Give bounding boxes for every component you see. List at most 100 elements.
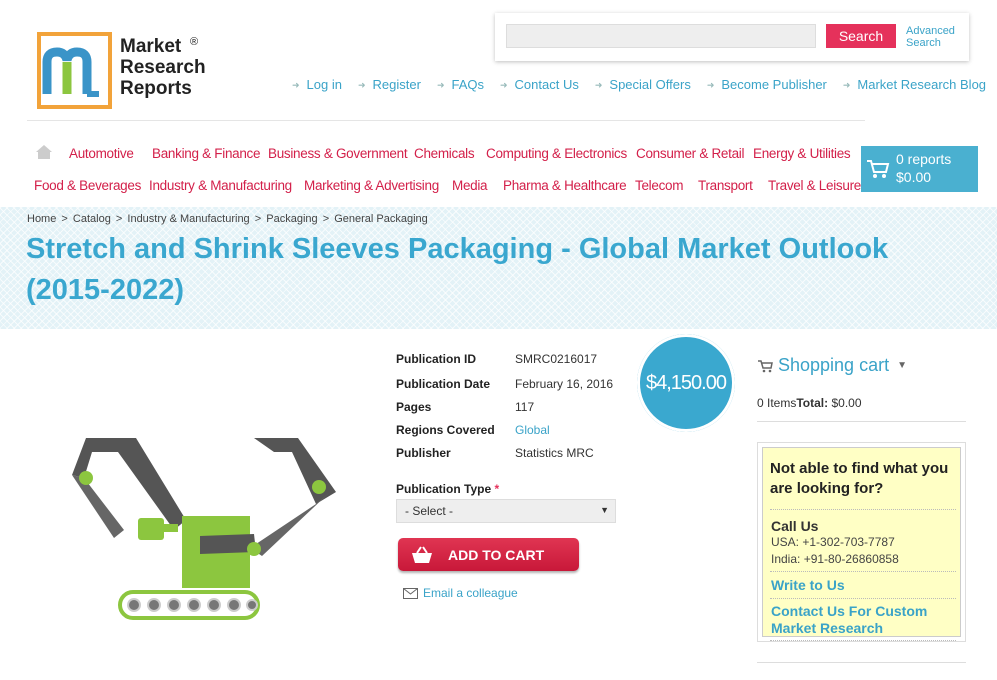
detail-label: Publication ID — [396, 352, 477, 366]
caret-down-icon: ▼ — [897, 360, 907, 371]
category-marketing-advertising[interactable]: Marketing & Advertising — [304, 178, 439, 193]
shopping-cart-title: Shopping cart — [778, 355, 890, 375]
publication-type-select[interactable]: - Select - ▼ — [396, 499, 616, 523]
cart-amount: $0.00 — [896, 169, 932, 185]
search-input[interactable] — [506, 24, 816, 48]
breadcrumb-separator: > — [115, 213, 123, 225]
category-transport[interactable]: Transport — [698, 178, 753, 193]
search-button[interactable]: Search — [826, 24, 896, 48]
cart-icon — [867, 160, 890, 178]
toplink-become-publisher[interactable]: ➜ Become Publisher — [707, 77, 827, 92]
breadcrumb-general-packaging[interactable]: General Packaging — [334, 213, 428, 225]
toplink-label: FAQs — [451, 77, 484, 92]
required-marker: * — [494, 482, 500, 496]
header-divider — [27, 120, 865, 121]
home-icon[interactable] — [35, 144, 53, 160]
shopping-cart-toggle[interactable]: Shopping cart ▼ — [757, 355, 907, 376]
breadcrumb-separator: > — [322, 213, 330, 225]
breadcrumb-industry[interactable]: Industry & Manufacturing — [127, 213, 249, 225]
arrow-icon: ➜ — [436, 80, 445, 90]
category-pharma-healthcare[interactable]: Pharma & Healthcare — [503, 178, 627, 193]
add-to-cart-button[interactable]: ADD TO CART — [398, 538, 579, 571]
logo-m-icon — [42, 47, 99, 97]
category-chemicals[interactable]: Chemicals — [414, 146, 475, 161]
cart-icon — [758, 359, 773, 372]
toplink-special-offers[interactable]: ➜ Special Offers — [595, 77, 691, 92]
basket-icon — [412, 545, 432, 563]
cart-total: $0.00 — [831, 396, 862, 410]
help-box: Not able to find what you are looking fo… — [757, 442, 966, 642]
cart-report-count: 0 reports — [896, 151, 952, 167]
toplink-register[interactable]: ➜ Register — [358, 77, 421, 92]
arrow-icon: ➜ — [594, 80, 603, 90]
title-banner: Home > Catalog > Industry & Manufacturin… — [0, 207, 997, 329]
help-separator — [770, 598, 956, 599]
logo-line-3: Reports — [120, 78, 192, 99]
category-business-government[interactable]: Business & Government — [268, 146, 408, 161]
shopping-cart-summary: 0 ItemsTotal: $0.00 — [757, 396, 862, 410]
publication-type-label: Publication Type * — [396, 482, 499, 496]
add-to-cart-label: ADD TO CART — [448, 546, 545, 563]
sidebar-divider — [757, 662, 966, 663]
category-travel-leisure[interactable]: Travel & Leisure — [768, 178, 861, 193]
help-question: Not able to find what you are looking fo… — [770, 460, 949, 497]
category-automotive[interactable]: Automotive — [69, 146, 134, 161]
detail-value: SMRC0216017 — [515, 352, 598, 366]
toplink-login[interactable]: ➜ Log in — [292, 77, 342, 92]
email-colleague-link[interactable]: Email a colleague — [403, 586, 518, 600]
breadcrumb-separator: > — [254, 213, 262, 225]
help-separator — [770, 640, 956, 641]
breadcrumb-home[interactable]: Home — [27, 213, 56, 225]
advanced-search-line-1: Advanced — [906, 25, 955, 37]
category-media[interactable]: Media — [452, 178, 488, 193]
logo-text: Market Research Reports ® — [120, 36, 206, 99]
category-telecom[interactable]: Telecom — [635, 178, 683, 193]
category-industry-manufacturing[interactable]: Industry & Manufacturing — [149, 178, 292, 193]
breadcrumb-separator: > — [61, 213, 68, 225]
detail-label: Regions Covered — [396, 423, 495, 437]
arrow-icon: ➜ — [500, 80, 508, 90]
logo-mark — [37, 32, 112, 109]
toplink-label: Register — [372, 77, 421, 92]
email-colleague-label: Email a colleague — [423, 586, 518, 600]
search-panel: Search Advanced Search — [495, 13, 969, 61]
registered-mark: ® — [190, 36, 199, 48]
publication-type-text: Publication Type — [396, 482, 492, 496]
page-title: Stretch and Shrink Sleeves Packaging - G… — [26, 233, 889, 306]
detail-label: Publisher — [396, 446, 451, 460]
header-cart-button[interactable]: 0 reports $0.00 — [861, 146, 978, 192]
category-banking-finance[interactable]: Banking & Finance — [152, 146, 261, 161]
robot-arm-illustration — [72, 438, 336, 620]
breadcrumb-catalog[interactable]: Catalog — [73, 213, 111, 225]
toplink-label: Market Research Blog — [857, 77, 987, 92]
toplink-faqs[interactable]: ➜ FAQs — [437, 77, 484, 92]
advanced-search-link[interactable]: Advanced Search — [906, 25, 955, 49]
advanced-search-line-2: Search — [906, 37, 941, 49]
breadcrumb-packaging[interactable]: Packaging — [266, 213, 317, 225]
toplink-contact-us[interactable]: ➜ Contact Us — [500, 77, 579, 92]
help-separator — [770, 509, 956, 510]
arrow-icon: ➜ — [357, 80, 366, 90]
category-computing-electronics[interactable]: Computing & Electronics — [486, 146, 627, 161]
top-links: ➜ Log in ➜ Register ➜ FAQs ➜ Contact Us ➜ Spe… — [292, 77, 986, 92]
site-logo[interactable]: Market Research Reports ® — [37, 32, 206, 109]
phone-india: India: +91-80-26860858 — [771, 552, 899, 566]
call-us-heading: Call Us — [771, 518, 819, 534]
region-link[interactable]: Global — [515, 423, 550, 437]
toplink-label: Become Publisher — [721, 77, 827, 92]
breadcrumb: Home > Catalog > Industry & Manufacturin… — [27, 213, 430, 225]
write-to-us-link[interactable]: Write to Us — [771, 577, 845, 594]
arrow-icon: ➜ — [292, 80, 300, 90]
toplink-label: Log in — [306, 77, 342, 92]
toplink-blog[interactable]: ➜ Market Research Blog — [843, 77, 986, 92]
custom-research-link[interactable]: Contact Us For Custom Market Research — [771, 603, 957, 637]
detail-value: February 16, 2016 — [515, 377, 614, 391]
toplink-label: Special Offers — [609, 77, 691, 92]
envelope-icon — [403, 587, 418, 599]
category-consumer-retail[interactable]: Consumer & Retail — [636, 146, 745, 161]
phone-usa: USA: +1-302-703-7787 — [771, 535, 895, 549]
cart-divider — [757, 421, 966, 422]
category-energy-utilities[interactable]: Energy & Utilities — [753, 146, 851, 161]
category-food-beverages[interactable]: Food & Beverages — [34, 178, 141, 193]
arrow-icon: ➜ — [842, 80, 851, 90]
